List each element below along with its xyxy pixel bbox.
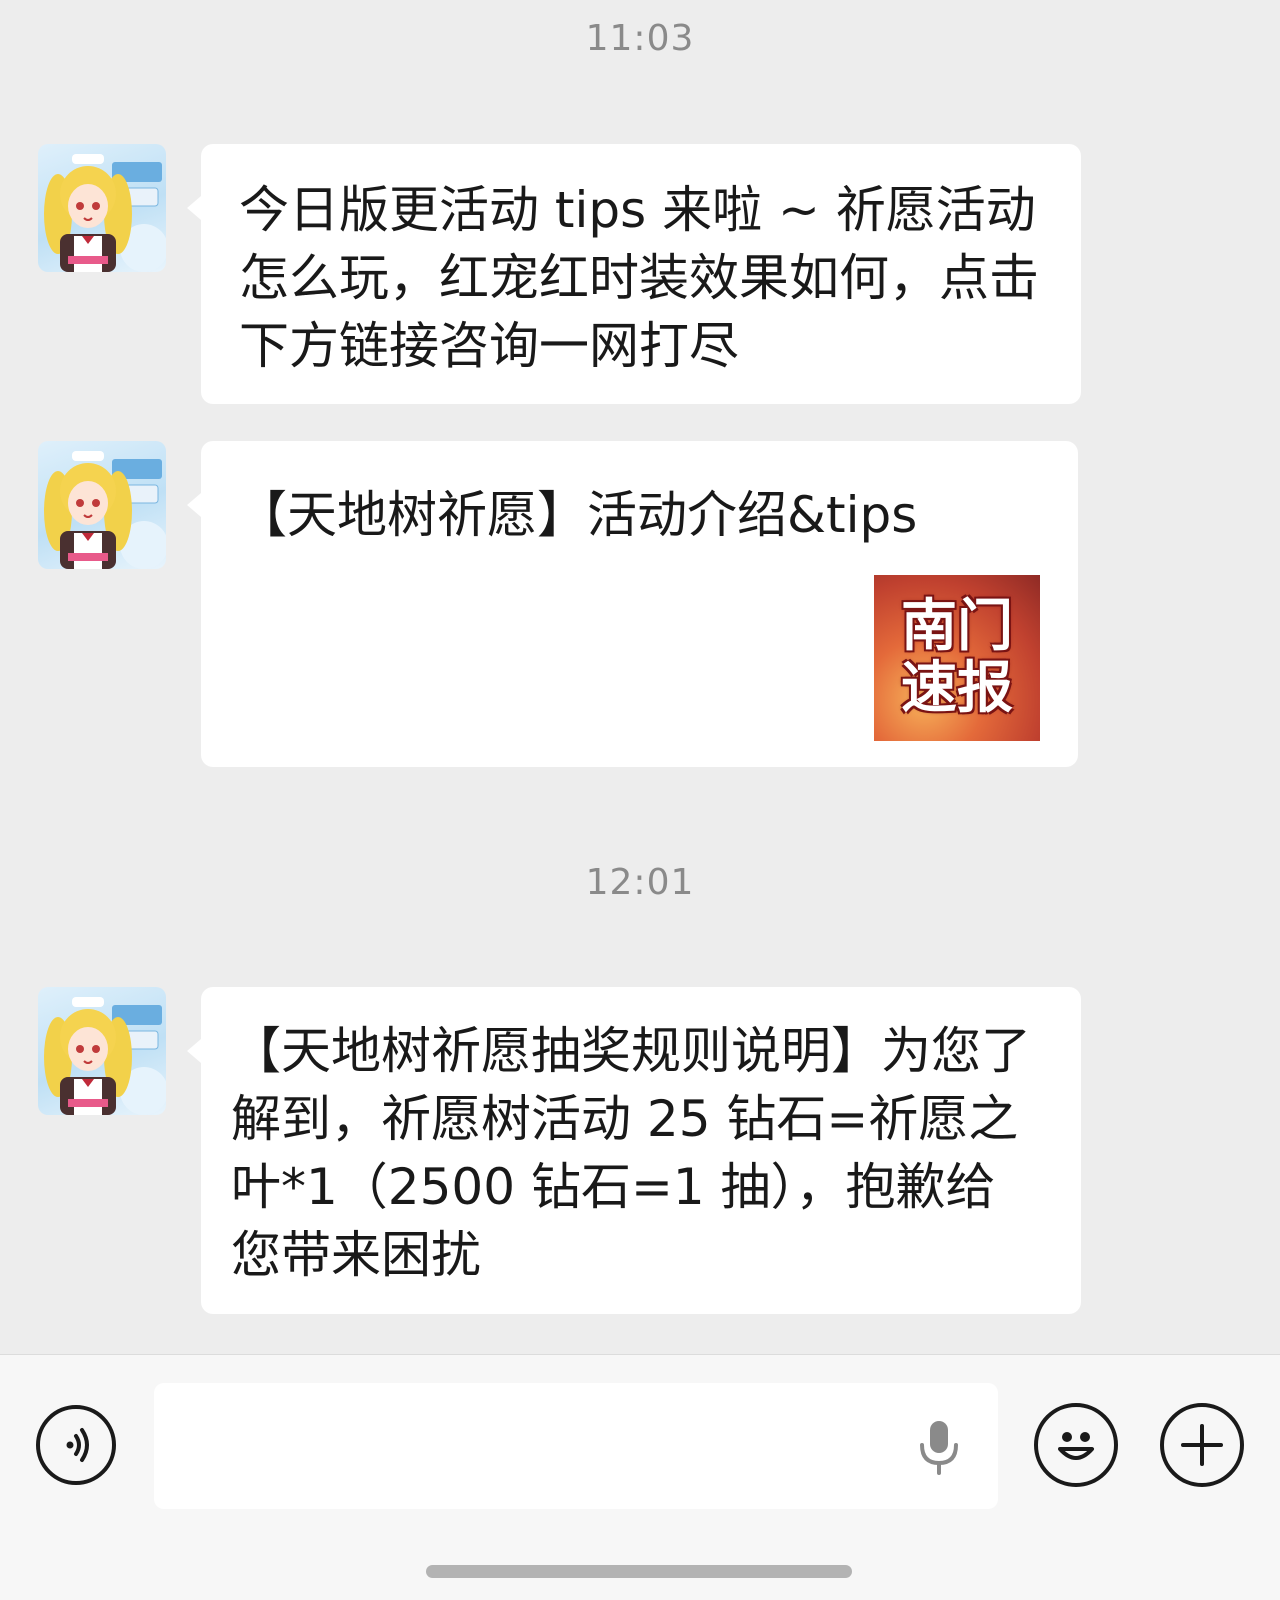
link-card-thumbnail: 南门 速报 [874,575,1040,741]
chat-input-bar [0,1354,1280,1600]
message-text: 【天地树祈愿抽奖规则说明】为您了解到，祈愿树活动 25 钻石=祈愿之叶*1（25… [231,1022,1031,1284]
message-bubble[interactable]: 【天地树祈愿抽奖规则说明】为您了解到，祈愿树活动 25 钻石=祈愿之叶*1（25… [187,987,1081,1314]
link-card-title: 【天地树祈愿】活动介绍&tips [237,486,918,544]
voice-icon [66,1428,89,1462]
thumbnail-text-line1: 南门 [901,594,1013,659]
emoji-button[interactable] [1034,1403,1118,1487]
thumbnail-text-line2: 速报 [901,656,1013,721]
sender-avatar[interactable] [38,144,166,272]
sender-avatar[interactable] [38,987,166,1115]
home-indicator[interactable] [426,1565,852,1578]
timestamp: 11:03 [585,18,695,59]
emoji-icon [1058,1432,1094,1460]
sender-avatar[interactable] [38,441,166,569]
plus-icon [1181,1424,1223,1466]
message-text: 今日版更活动 tips 来啦 ~ 祈愿活动怎么玩，红宠红时装效果如何，点击下方链… [239,181,1039,375]
message-input[interactable] [154,1383,998,1509]
link-card[interactable]: 【天地树祈愿】活动介绍&tips 南门 速报 [187,441,1078,767]
message-bubble[interactable]: 今日版更活动 tips 来啦 ~ 祈愿活动怎么玩，红宠红时装效果如何，点击下方链… [187,144,1081,404]
microphone-icon[interactable] [916,1417,962,1477]
voice-toggle-button[interactable] [36,1405,116,1485]
more-button[interactable] [1160,1403,1244,1487]
timestamp: 12:01 [585,862,695,903]
